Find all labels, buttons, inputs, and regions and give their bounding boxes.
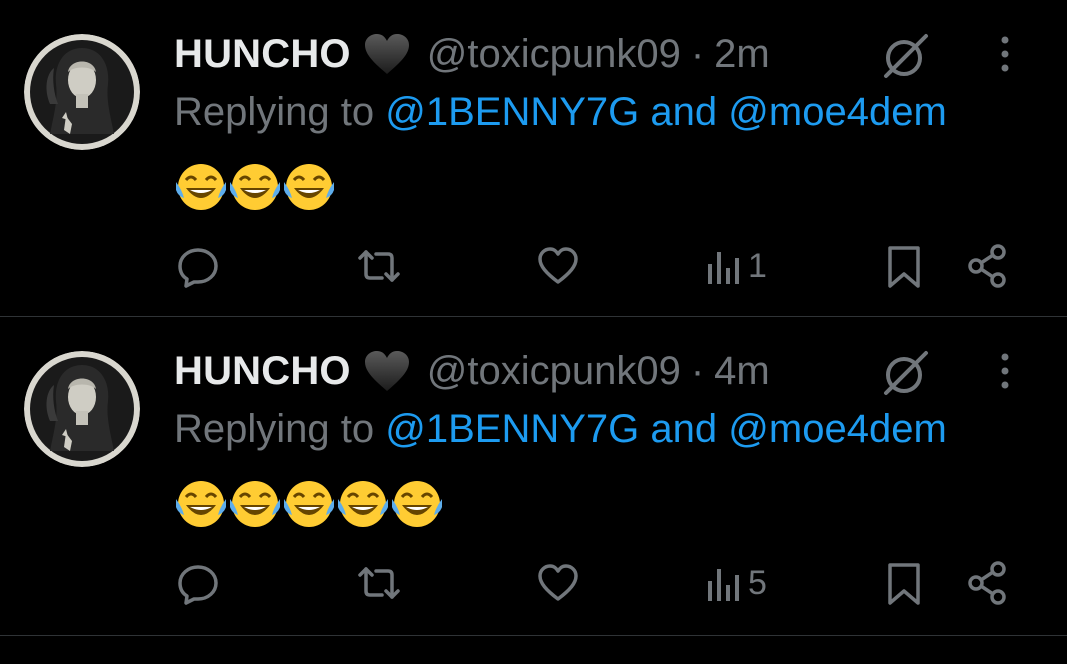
- face-with-tears-of-joy-emoji: [284, 164, 334, 210]
- tweet-actions: 5: [174, 553, 1024, 613]
- face-with-tears-of-joy-emoji: [338, 481, 388, 527]
- face-with-tears-of-joy-emoji: [392, 481, 442, 527]
- share-icon: [968, 561, 1006, 605]
- and-word: and: [650, 90, 718, 134]
- tweet-header: HUNCHO @toxicpunk09 · 4m: [174, 345, 770, 397]
- timestamp[interactable]: 2m: [714, 32, 770, 77]
- bookmark-button[interactable]: [884, 236, 924, 296]
- face-with-tears-of-joy-emoji: [230, 164, 280, 210]
- views-button[interactable]: 5: [704, 553, 767, 613]
- reply-icon: [178, 565, 218, 605]
- share-icon: [968, 244, 1006, 288]
- replying-to-line: Replying to @1BENNY7G and @moe4dem: [174, 90, 947, 135]
- views-count: 5: [748, 563, 767, 602]
- timestamp[interactable]: 4m: [714, 349, 770, 394]
- tweet-text: [174, 160, 336, 212]
- replying-to-line: Replying to @1BENNY7G and @moe4dem: [174, 407, 947, 452]
- black-heart-icon: [363, 32, 411, 76]
- face-with-tears-of-joy-emoji: [176, 481, 226, 527]
- mention-link[interactable]: @moe4dem: [728, 407, 946, 451]
- views-button[interactable]: 1: [704, 236, 767, 296]
- retweet-button[interactable]: [354, 236, 404, 296]
- tweet-card[interactable]: HUNCHO @toxicpunk09 · 4m Replying to @1B…: [0, 317, 1067, 636]
- grok-icon[interactable]: [880, 30, 932, 82]
- bookmark-icon: [888, 246, 920, 288]
- replying-to-label: Replying to: [174, 90, 375, 134]
- views-icon: [708, 569, 739, 601]
- user-handle[interactable]: @toxicpunk09: [427, 349, 681, 394]
- bookmark-icon: [888, 563, 920, 605]
- reply-button[interactable]: [174, 236, 222, 296]
- avatar[interactable]: [24, 351, 140, 467]
- views-icon: [708, 252, 739, 284]
- face-with-tears-of-joy-emoji: [230, 481, 280, 527]
- user-handle[interactable]: @toxicpunk09: [427, 32, 681, 77]
- reply-button[interactable]: [174, 553, 222, 613]
- display-name[interactable]: HUNCHO: [174, 32, 351, 77]
- mention-link[interactable]: @1BENNY7G: [385, 407, 639, 451]
- share-button[interactable]: [966, 553, 1010, 613]
- face-with-tears-of-joy-emoji: [284, 481, 334, 527]
- mention-link[interactable]: @1BENNY7G: [385, 90, 639, 134]
- more-vertical-icon[interactable]: [990, 30, 1020, 82]
- and-word: and: [650, 407, 718, 451]
- tweet-text: [174, 477, 444, 529]
- like-button[interactable]: [534, 553, 582, 613]
- black-heart-icon: [363, 349, 411, 393]
- display-name[interactable]: HUNCHO: [174, 349, 351, 394]
- more-vertical-icon[interactable]: [990, 347, 1020, 399]
- tweet-card[interactable]: HUNCHO @toxicpunk09 · 2m Replying to @1B…: [0, 0, 1067, 317]
- reply-icon: [178, 248, 218, 288]
- heart-icon: [538, 247, 578, 284]
- views-count: 1: [748, 246, 767, 285]
- retweet-button[interactable]: [354, 553, 404, 613]
- share-button[interactable]: [966, 236, 1010, 296]
- like-button[interactable]: [534, 236, 582, 296]
- retweet-icon: [358, 250, 400, 282]
- bookmark-button[interactable]: [884, 553, 924, 613]
- grok-icon[interactable]: [880, 347, 932, 399]
- replying-to-label: Replying to: [174, 407, 375, 451]
- heart-icon: [538, 564, 578, 601]
- tweet-header: HUNCHO @toxicpunk09 · 2m: [174, 28, 770, 80]
- tweet-actions: 1: [174, 236, 1024, 296]
- face-with-tears-of-joy-emoji: [176, 164, 226, 210]
- separator-dot: ·: [690, 348, 705, 393]
- separator-dot: ·: [690, 31, 705, 76]
- avatar[interactable]: [24, 34, 140, 150]
- mention-link[interactable]: @moe4dem: [728, 90, 946, 134]
- tweet-feed: HUNCHO @toxicpunk09 · 2m Replying to @1B…: [0, 0, 1067, 664]
- retweet-icon: [358, 567, 400, 599]
